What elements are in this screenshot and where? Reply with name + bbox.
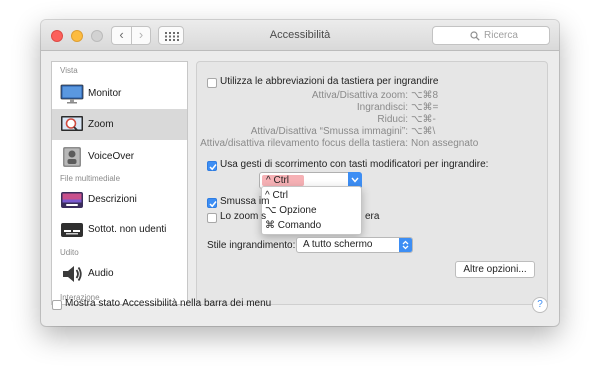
updown-chevron-icon — [402, 240, 409, 250]
sidebar-item-label: Zoom — [88, 119, 114, 130]
sidebar-item-label: Audio — [88, 268, 114, 279]
follow-focus-label-tail: era — [365, 211, 380, 222]
chevron-down-icon — [351, 177, 359, 183]
zoom-style-popup[interactable]: A tutto schermo — [296, 237, 413, 253]
search-icon — [470, 31, 480, 41]
modifier-dropdown-menu: ^ Ctrl ⌥ Opzione ⌘ Comando — [261, 186, 362, 235]
sidebar-item-descrizioni[interactable]: Descrizioni — [52, 184, 187, 215]
scroll-gesture-checkbox[interactable] — [207, 161, 217, 171]
modifier-value: ^ Ctrl — [266, 175, 290, 186]
sidebar-item-audio[interactable]: Audio — [52, 258, 187, 289]
shortcut-keys: ⌥⌘\ — [411, 126, 436, 137]
section-vista: Vista — [60, 66, 78, 75]
section-file-multimediale: File multimediale — [60, 174, 121, 183]
zoom-style-arrow — [399, 238, 412, 252]
voiceover-icon — [63, 147, 81, 167]
checkmark-icon — [209, 201, 217, 208]
menu-item-opzione[interactable]: ⌥ Opzione — [265, 205, 317, 216]
help-button[interactable]: ? — [532, 297, 548, 313]
menu-status-label: Mostra stato Accessibilità nella barra d… — [65, 298, 272, 309]
search-placeholder: Ricerca — [484, 30, 518, 41]
shortcut-label: Riduci: — [377, 114, 408, 125]
shortcuts-checkbox[interactable] — [207, 78, 217, 88]
shortcut-label: Attiva/Disattiva “Smussa immagini”: — [250, 126, 408, 137]
search-field[interactable]: Ricerca — [432, 26, 550, 45]
zoom-icon — [61, 116, 83, 131]
menu-status-checkbox[interactable] — [52, 300, 62, 310]
shortcut-keys: ⌥⌘- — [411, 114, 436, 125]
shortcuts-checkbox-label: Utilizza le abbreviazioni da tastiera pe… — [220, 76, 439, 87]
smooth-images-checkbox[interactable] — [207, 198, 217, 208]
sidebar-item-label: Sottot. non udenti — [88, 224, 167, 235]
sidebar-item-label: VoiceOver — [88, 151, 135, 162]
title-bar: ‹ › Accessibilità Ricerca — [41, 20, 559, 51]
follow-focus-checkbox[interactable] — [207, 213, 217, 223]
shortcut-keys: ⌥⌘8 — [411, 90, 439, 101]
audio-icon — [63, 266, 82, 282]
captions-icon — [61, 223, 83, 237]
descriptions-icon — [61, 192, 83, 208]
checkmark-icon — [209, 164, 217, 171]
zoom-style-value: A tutto schermo — [303, 239, 373, 250]
sidebar-item-label: Descrizioni — [88, 194, 137, 205]
shortcut-label: Attiva/disattiva rilevamento focus della… — [200, 138, 408, 149]
sidebar-item-sottotitoli[interactable]: Sottot. non udenti — [52, 214, 187, 245]
scroll-gesture-label: Usa gesti di scorrimento con tasti modif… — [220, 159, 489, 170]
follow-focus-label: Lo zoom s — [220, 211, 267, 222]
sidebar-item-zoom[interactable]: Zoom — [52, 109, 187, 140]
section-udito: Udito — [60, 248, 79, 257]
shortcut-keys: ⌥⌘= — [411, 102, 439, 113]
more-options-button[interactable]: Altre opzioni... — [455, 261, 535, 278]
shortcut-keys: Non assegnato — [411, 138, 479, 149]
smooth-images-label: Smussa im — [220, 196, 270, 207]
zoom-style-label: Stile ingrandimento: — [207, 240, 296, 251]
monitor-icon — [60, 84, 84, 104]
sidebar-item-label: Monitor — [88, 88, 122, 99]
sidebar[interactable]: Vista Monitor Zoom VoiceOver File multim… — [51, 61, 188, 305]
menu-item-comando[interactable]: ⌘ Comando — [265, 220, 321, 231]
shortcut-label: Ingrandisci: — [356, 102, 408, 113]
sidebar-item-monitor[interactable]: Monitor — [52, 78, 187, 109]
shortcut-label: Attiva/Disattiva zoom: — [311, 90, 408, 101]
